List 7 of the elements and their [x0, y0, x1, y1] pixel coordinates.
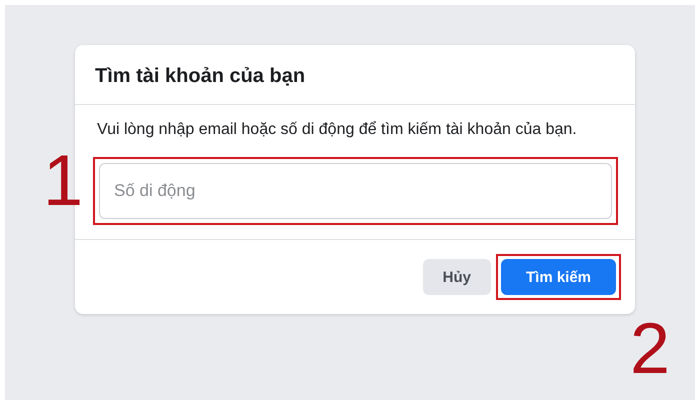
cancel-button[interactable]: Hủy: [422, 259, 491, 295]
instruction-text: Vui lòng nhập email hoặc số di động để tìm kiếm tài khoản của bạn.: [97, 120, 578, 140]
dialog-title: Tìm tài khoản của bạn: [95, 65, 306, 88]
search-button[interactable]: Tìm kiếm: [501, 259, 616, 295]
step-number: 1: [43, 145, 84, 217]
phone-input-field[interactable]: Số di động: [99, 163, 612, 219]
step-number: 2: [630, 313, 670, 385]
